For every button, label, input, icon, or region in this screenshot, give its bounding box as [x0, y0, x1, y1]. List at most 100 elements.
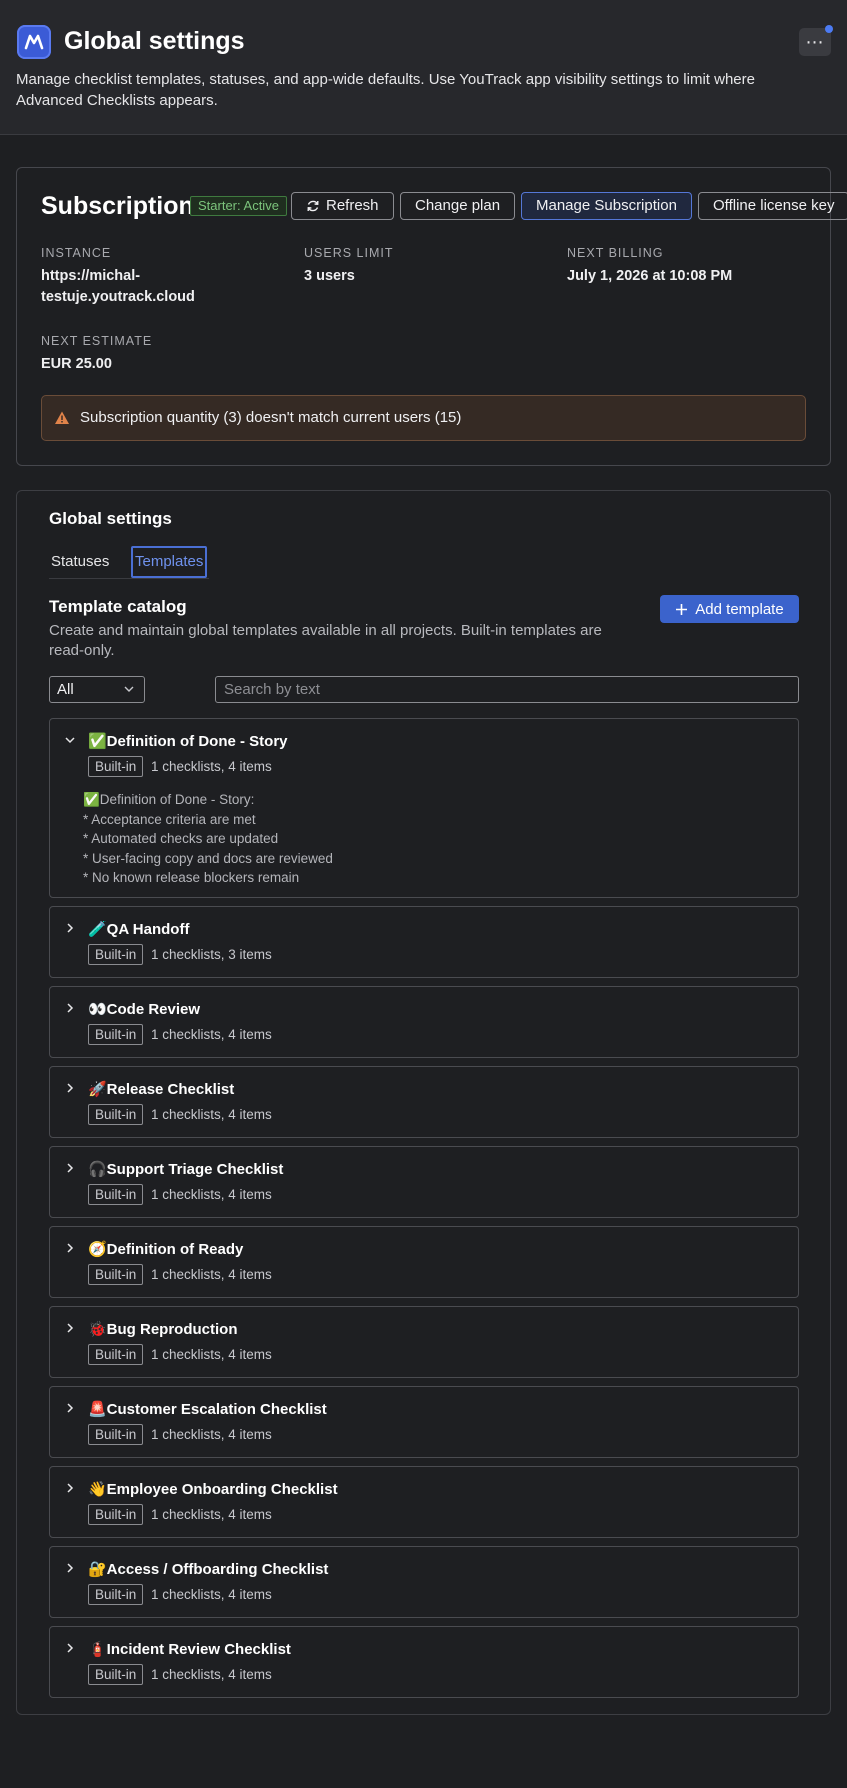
built-in-badge: Built-in	[88, 944, 144, 965]
built-in-badge: Built-in	[88, 1104, 144, 1125]
add-template-button[interactable]: Add template	[660, 595, 799, 623]
template-item[interactable]: 🔐Access / Offboarding Checklist Built-in 1…	[49, 1546, 799, 1618]
template-item[interactable]: 🧭Definition of Ready Built-in 1 checklists…	[49, 1226, 799, 1298]
warning-icon	[55, 411, 69, 424]
template-item[interactable]: 🚀Release Checklist Built-in 1 checklists, …	[49, 1066, 799, 1138]
template-preview-line: * User-facing copy and docs are reviewed	[83, 850, 333, 866]
instance-label: INSTANCE	[41, 246, 112, 260]
template-preview: ✅Definition of Done - Story: * Acceptance…	[83, 790, 333, 888]
global-settings-card: Global settings Statuses Templates Templ…	[16, 490, 831, 1715]
template-name[interactable]: 🚀Release Checklist	[88, 1080, 234, 1098]
notification-dot	[825, 25, 833, 33]
template-name[interactable]: 🧯Incident Review Checklist	[88, 1640, 291, 1658]
instance-value-line: testuje.youtrack.cloud	[41, 289, 195, 305]
instance-value: https://michal- testuje.youtrack.cloud	[41, 266, 195, 308]
page-header: Global settings ⋯ Manage checklist templ…	[0, 0, 847, 135]
template-counts: 1 checklists, 4 items	[151, 1427, 272, 1442]
template-item[interactable]: 🧯Incident Review Checklist Built-in 1 chec…	[49, 1626, 799, 1698]
template-filter-select[interactable]: All	[49, 676, 145, 703]
offline-license-key-button[interactable]: Offline license key	[698, 192, 847, 220]
tab-templates[interactable]: Templates	[131, 546, 208, 578]
template-name[interactable]: 🐞Bug Reproduction	[88, 1320, 238, 1338]
template-name[interactable]: 🔐Access / Offboarding Checklist	[88, 1560, 328, 1578]
template-counts: 1 checklists, 3 items	[151, 947, 272, 962]
built-in-badge: Built-in	[88, 1184, 144, 1205]
refresh-button[interactable]: Refresh	[291, 192, 394, 220]
template-name[interactable]: 🧪QA Handoff	[88, 920, 189, 938]
plus-icon	[676, 603, 688, 615]
next-estimate-label: NEXT ESTIMATE	[41, 334, 153, 348]
built-in-badge: Built-in	[88, 1264, 144, 1285]
tab-statuses[interactable]: Statuses	[49, 546, 111, 578]
template-counts: 1 checklists, 4 items	[151, 759, 272, 774]
template-preview-line: * No known release blockers remain	[83, 870, 300, 886]
subscription-card: Subscription Starter: Active Refresh Cha…	[16, 167, 847, 466]
manage-subscription-button[interactable]: Manage Subscription	[521, 192, 692, 220]
template-counts: 1 checklists, 4 items	[151, 1107, 272, 1122]
tabs-divider	[49, 578, 209, 579]
built-in-badge: Built-in	[88, 1024, 144, 1045]
chevron-right-icon[interactable]	[64, 922, 76, 934]
page-description: Manage checklist templates, statuses, an…	[16, 71, 755, 109]
chevron-right-icon[interactable]	[64, 1002, 76, 1014]
template-item[interactable]: ✅Definition of Done - Story Built-in 1 che…	[49, 718, 799, 898]
add-template-label: Add template	[695, 600, 784, 618]
template-name[interactable]: 👋Employee Onboarding Checklist	[88, 1480, 338, 1498]
built-in-badge: Built-in	[88, 1424, 144, 1445]
global-settings-title: Global settings	[49, 509, 172, 528]
template-preview-line: ✅Definition of Done - Story:	[83, 792, 255, 807]
template-preview-line: * Automated checks are updated	[83, 831, 279, 847]
template-counts: 1 checklists, 4 items	[151, 1587, 272, 1602]
template-name[interactable]: ✅Definition of Done - Story	[88, 732, 288, 750]
next-estimate-value: EUR 25.00	[41, 356, 112, 372]
template-name[interactable]: 👀Code Review	[88, 1000, 200, 1018]
template-item[interactable]: 🎧Support Triage Checklist Built-in 1 check…	[49, 1146, 799, 1218]
next-billing-label: NEXT BILLING	[567, 246, 664, 260]
subscription-title: Subscription	[41, 192, 194, 220]
built-in-badge: Built-in	[88, 1344, 144, 1365]
template-counts: 1 checklists, 4 items	[151, 1027, 272, 1042]
chevron-right-icon[interactable]	[64, 1082, 76, 1094]
template-counts: 1 checklists, 4 items	[151, 1667, 272, 1682]
template-filter-value: All	[57, 681, 74, 698]
warning-text: Subscription quantity (3) doesn't match …	[80, 409, 462, 426]
template-name[interactable]: 🚨Customer Escalation Checklist	[88, 1400, 327, 1418]
users-limit-label: USERS LIMIT	[304, 246, 394, 260]
template-item[interactable]: 👋Employee Onboarding Checklist Built-in 1 …	[49, 1466, 799, 1538]
template-counts: 1 checklists, 4 items	[151, 1267, 272, 1282]
template-search-input[interactable]	[215, 676, 799, 703]
settings-tabs: Statuses Templates	[49, 546, 779, 579]
subscription-warning: Subscription quantity (3) doesn't match …	[41, 395, 806, 441]
chevron-down-icon	[124, 686, 134, 692]
chevron-right-icon[interactable]	[64, 1162, 76, 1174]
users-limit-value: 3 users	[304, 268, 355, 284]
template-counts: 1 checklists, 4 items	[151, 1187, 272, 1202]
template-item[interactable]: 🧪QA Handoff Built-in 1 checklists, 3 items	[49, 906, 799, 978]
more-options-icon: ⋯	[805, 31, 825, 52]
built-in-badge: Built-in	[88, 756, 144, 777]
chevron-right-icon[interactable]	[64, 1402, 76, 1414]
refresh-icon	[307, 200, 319, 212]
template-item[interactable]: 👀Code Review Built-in 1 checklists, 4 item…	[49, 986, 799, 1058]
chevron-right-icon[interactable]	[64, 1482, 76, 1494]
change-plan-button[interactable]: Change plan	[400, 192, 516, 220]
template-item[interactable]: 🚨Customer Escalation Checklist Built-in 1 …	[49, 1386, 799, 1458]
chevron-right-icon[interactable]	[64, 1642, 76, 1654]
template-name[interactable]: 🧭Definition of Ready	[88, 1240, 243, 1258]
chevron-right-icon[interactable]	[64, 1242, 76, 1254]
refresh-label: Refresh	[326, 197, 379, 214]
template-catalog-description: Create and maintain global templates ava…	[49, 622, 602, 659]
chevron-right-icon[interactable]	[64, 1562, 76, 1574]
subscription-status-badge: Starter: Active	[190, 196, 287, 216]
chevron-down-icon[interactable]	[64, 734, 76, 746]
template-name[interactable]: 🎧Support Triage Checklist	[88, 1160, 283, 1178]
built-in-badge: Built-in	[88, 1504, 144, 1525]
instance-value-line: https://michal-	[41, 268, 141, 284]
chevron-right-icon[interactable]	[64, 1322, 76, 1334]
page-title: Global settings	[64, 27, 245, 55]
template-item[interactable]: 🐞Bug Reproduction Built-in 1 checklists, 4…	[49, 1306, 799, 1378]
template-preview-line: * Acceptance criteria are met	[83, 811, 256, 827]
next-billing-value: July 1, 2026 at 10:08 PM	[567, 268, 733, 284]
built-in-badge: Built-in	[88, 1584, 144, 1605]
template-counts: 1 checklists, 4 items	[151, 1347, 272, 1362]
